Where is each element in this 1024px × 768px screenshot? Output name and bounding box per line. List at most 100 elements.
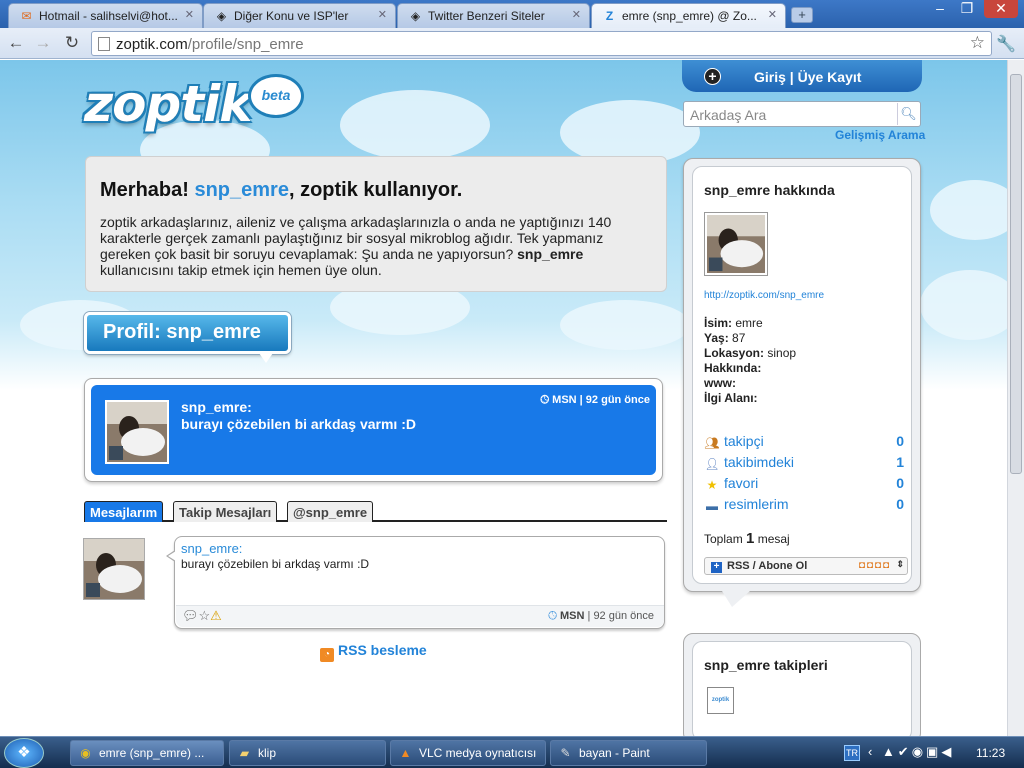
forum-icon: ◈ <box>410 9 421 23</box>
clock[interactable]: 11:23 <box>976 746 1005 760</box>
status-username[interactable]: snp_emre: <box>181 399 252 415</box>
tab-title: Twitter Benzeri Siteler <box>428 9 545 23</box>
task-chrome[interactable]: ◉ emre (snp_emre) ... <box>70 740 224 766</box>
url-path: /profile/snp_emre <box>187 36 304 53</box>
about-title: snp_emre hakkında <box>704 182 835 198</box>
info-www: www: <box>704 376 736 390</box>
message-source: MSN <box>560 610 585 622</box>
plus-icon: + <box>704 68 721 85</box>
task-folder-klip[interactable]: ▰ klip <box>229 740 386 766</box>
browser-tab-bar: ✉ Hotmail - salihselvi@hot... ✕ ◈ Diğer … <box>0 0 1024 28</box>
minimize-button[interactable]: – <box>926 0 954 18</box>
message-tabs: Mesajlarım Takip Mesajları @snp_emre <box>84 500 667 522</box>
following-thumbnail[interactable]: zoptik <box>707 687 734 714</box>
back-arrow-icon[interactable]: ← <box>6 33 26 53</box>
message-text: burayı çözebilen bi arkdaş varmı :D <box>181 557 370 571</box>
picture-icon: ▬ <box>706 499 718 513</box>
page-icon <box>98 37 110 51</box>
latest-status-box: snp_emre: burayı çözebilen bi arkdaş var… <box>84 378 663 482</box>
favorite-star-icon[interactable]: ☆ <box>199 608 211 623</box>
tab-following-messages[interactable]: Takip Mesajları <box>173 501 278 522</box>
tab-title: emre (snp_emre) @ Zo... <box>622 9 757 23</box>
task-paint[interactable]: ✎ bayan - Paint <box>550 740 707 766</box>
vlc-icon: ▲ <box>399 746 412 760</box>
tab-my-messages[interactable]: Mesajlarım <box>84 501 164 522</box>
tab-mentions[interactable]: @snp_emre <box>287 501 374 522</box>
avatar[interactable] <box>105 400 169 464</box>
address-bar[interactable]: zoptik.com/profile/snp_emre ☆ <box>91 31 992 56</box>
message-meta: 🕓︎ MSN | 92 gün önce <box>548 610 654 623</box>
message-item: snp_emre: burayı çözebilen bi arkdaş var… <box>166 536 665 629</box>
zoptik-icon: Z <box>605 9 614 23</box>
message-username[interactable]: snp_emre: <box>181 541 242 556</box>
warning-icon[interactable]: ⚠ <box>210 608 222 623</box>
greeting-rest: , zoptik kullanıyor. <box>288 179 463 201</box>
browser-tab-forum[interactable]: ◈ Diğer Konu ve ISP'ler ✕ <box>203 3 396 28</box>
status-meta: 🕓︎ MSN | 92 gün önce <box>540 394 650 407</box>
dropdown-arrows-icon: ⇕ <box>896 559 904 569</box>
advanced-search-link[interactable]: Gelişmiş Arama <box>835 128 925 142</box>
url-host: zoptik.com <box>116 36 188 53</box>
welcome-body-2: kullanıcısını takip etmek için hemen üye… <box>100 262 382 278</box>
message-footer: 💬︎☆⚠ 🕓︎ MSN | 92 gün önce <box>176 605 664 627</box>
feed-reader-icons: ◘◘◘◘ <box>858 560 891 571</box>
chrome-icon: ◉ <box>80 746 91 760</box>
close-icon[interactable]: ✕ <box>572 8 581 21</box>
new-tab-button[interactable]: + <box>791 7 813 23</box>
login-bar[interactable]: + Giriş | Üye Kayıt <box>682 60 922 92</box>
rss-feed-label: RSS besleme <box>338 642 427 658</box>
stat-pictures[interactable]: ▬ resimlerim 0 <box>704 496 904 513</box>
maximize-button[interactable]: ❐ <box>953 0 981 18</box>
close-icon[interactable]: ✕ <box>185 8 194 21</box>
language-indicator[interactable]: TR <box>844 745 860 761</box>
bookmark-star-icon[interactable]: ☆ <box>970 33 985 53</box>
profile-url-link[interactable]: http://zoptik.com/snp_emre <box>704 290 824 301</box>
plus-icon: + <box>711 562 722 573</box>
tray-icons[interactable]: ‹ ▲✔◉▣◀ <box>868 744 954 760</box>
forward-arrow-icon[interactable]: → <box>33 33 53 53</box>
forum-icon: ◈ <box>216 9 227 23</box>
info-location: Lokasyon: sinop <box>704 346 797 360</box>
followers-icon: 👥︎ <box>704 436 720 450</box>
status-meta-text: MSN | 92 gün önce <box>552 394 650 406</box>
rss-subscribe-dropdown[interactable]: + RSS / Abone Ol ◘◘◘◘ ⇕ <box>704 557 908 575</box>
clock-icon: 🕓︎ <box>548 610 561 622</box>
close-window-button[interactable]: ✕ <box>984 0 1018 18</box>
rss-icon: ◔ <box>320 648 334 662</box>
browser-tab-twitter-sites[interactable]: ◈ Twitter Benzeri Siteler ✕ <box>397 3 590 28</box>
folder-icon: ▰ <box>239 746 250 760</box>
zoptik-logo[interactable]: zoptik <box>84 75 253 133</box>
welcome-username-link[interactable]: snp_emre <box>194 179 289 201</box>
stat-following[interactable]: 👤︎ takibimdeki 1 <box>704 454 904 471</box>
browser-tab-hotmail[interactable]: ✉ Hotmail - salihselvi@hot... ✕ <box>8 3 203 28</box>
browser-toolbar: ← → ↻ zoptik.com/profile/snp_emre ☆ <box>0 28 1024 59</box>
clock-icon: 🕓︎ <box>540 394 553 406</box>
user-icon: 👤︎ <box>704 457 720 471</box>
close-icon[interactable]: ✕ <box>378 8 387 21</box>
avatar[interactable] <box>704 212 768 276</box>
scrollbar-thumb[interactable] <box>1010 74 1022 474</box>
rss-feed-link[interactable]: ◔ RSS besleme <box>320 642 427 662</box>
stat-followers[interactable]: 👥︎ takipçi 0 <box>704 433 904 450</box>
info-about: Hakkında: <box>704 361 762 375</box>
search-icon[interactable]: 🔍︎ <box>897 103 919 125</box>
tab-title: Diğer Konu ve ISP'ler <box>234 9 349 23</box>
reply-icon[interactable]: 💬︎ <box>182 608 199 623</box>
following-title: snp_emre takipleri <box>704 657 828 673</box>
stat-favorites[interactable]: ★ favori 0 <box>704 475 904 492</box>
close-icon[interactable]: ✕ <box>768 8 777 21</box>
start-button[interactable]: ❖ <box>4 738 44 768</box>
profile-title: Profil: snp_emre <box>84 312 291 363</box>
browser-tab-zoptik[interactable]: Z emre (snp_emre) @ Zo... ✕ <box>591 3 786 28</box>
task-vlc[interactable]: ▲ VLC medya oynatıcısı <box>390 740 546 766</box>
status-text: burayı çözebilen bi arkdaş varmı :D <box>181 416 416 432</box>
tab-title: Hotmail - salihselvi@hot... <box>39 9 178 23</box>
login-register-link[interactable]: Giriş | Üye Kayıt <box>754 69 861 85</box>
wrench-icon[interactable]: 🔧 <box>996 34 1016 54</box>
avatar[interactable] <box>83 538 145 600</box>
windows-taskbar: ❖ ◉ emre (snp_emre) ... ▰ klip ▲ VLC medya … <box>0 736 1024 768</box>
reload-icon[interactable]: ↻ <box>62 33 82 53</box>
vertical-scrollbar[interactable] <box>1007 60 1024 736</box>
friend-search-input[interactable]: Arkadaş Ara 🔍︎ <box>683 101 921 127</box>
welcome-text: zoptik arkadaşlarınız, aileniz ve çalışm… <box>100 214 652 278</box>
